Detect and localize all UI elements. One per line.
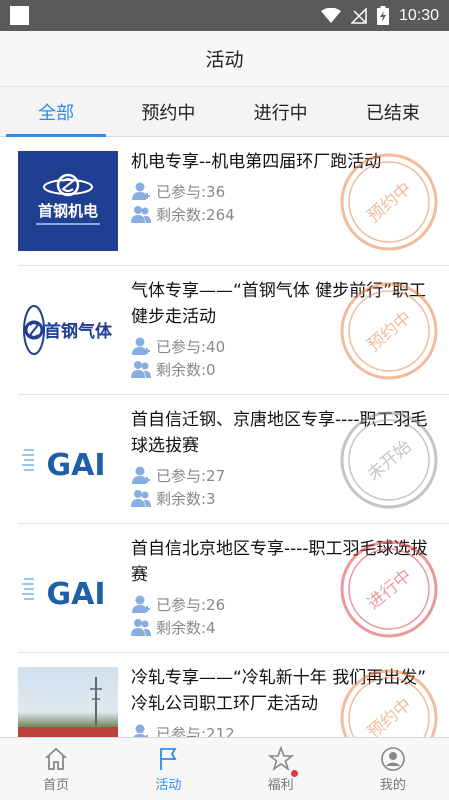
nav-label: 活动 [155, 777, 182, 793]
title-bar: 活动 [0, 31, 449, 86]
wifi-icon [320, 7, 341, 23]
svg-text:首钢气体: 首钢气体 [44, 321, 113, 342]
remaining-users-icon [131, 619, 151, 636]
home-icon [45, 747, 67, 770]
status-bar: 10:30 [0, 0, 449, 31]
status-stamp: 进行中 [340, 540, 438, 638]
joined-user-icon [133, 724, 150, 737]
joined-user-icon [132, 337, 150, 355]
remaining-users-icon [131, 361, 151, 378]
remaining-users-icon [131, 206, 151, 223]
activity-thumbnail: GAI [18, 409, 118, 509]
page-title: 活动 [205, 49, 244, 71]
tab-all[interactable]: 全部 [0, 87, 112, 137]
status-stamp: 预约中 [340, 153, 438, 251]
status-stamp: 预约中 [340, 669, 438, 737]
joined-count: 已参与:26 [131, 593, 225, 615]
joined-count: 已参与:212 [131, 722, 235, 737]
svg-text:预约中: 预约中 [364, 179, 416, 227]
joined-count: 已参与:36 [131, 180, 225, 202]
event-photo-icon [18, 677, 118, 737]
activity-thumbnail [18, 667, 118, 737]
joined-count: 已参与:27 [131, 464, 225, 486]
signal-icon [350, 7, 367, 24]
activity-item[interactable]: GAI 首自信北京地区专享----职工羽毛球选拔赛 已参与:26 剩余数:4 进… [0, 524, 449, 653]
activity-thumbnail: 首钢机电 [18, 151, 118, 251]
joined-user-icon [132, 595, 150, 613]
svg-text:未开始: 未开始 [364, 437, 416, 485]
activity-list[interactable]: 首钢机电 机电专享--机电第四届环厂跑活动 已参与:36 剩余数:264 预约中 [0, 137, 449, 737]
remaining-count: 剩余数:3 [131, 487, 216, 509]
remaining-users-icon [131, 490, 151, 507]
svg-text:进行中: 进行中 [364, 566, 416, 614]
joined-user-icon [132, 466, 150, 484]
shougang-gas-logo-icon: 首钢气体 [23, 305, 113, 355]
status-stamp: 预约中 [340, 282, 438, 380]
nav-mine[interactable]: 我的 [337, 738, 449, 800]
activity-item[interactable]: 首钢气体 气体专享——“首钢气体 健步前行”职工健步走活动 已参与:40 剩余数… [0, 266, 449, 395]
joined-user-icon [132, 182, 150, 200]
status-icons: 10:30 [320, 0, 439, 31]
svg-text:GAI: GAI [46, 448, 105, 483]
tab-reserving[interactable]: 预约中 [112, 87, 224, 136]
status-stamp: 未开始 [340, 411, 438, 509]
nav-label: 首页 [43, 777, 70, 793]
nav-welfare[interactable]: 福利 [225, 738, 337, 800]
battery-icon [376, 6, 389, 25]
tab-ongoing[interactable]: 进行中 [225, 87, 337, 136]
nav-label: 福利 [267, 777, 294, 793]
tab-ended[interactable]: 已结束 [337, 87, 449, 136]
activity-thumbnail: 首钢气体 [18, 280, 118, 380]
remaining-count: 剩余数:0 [131, 358, 216, 380]
svg-text:首钢机电: 首钢机电 [38, 202, 98, 220]
flag-icon [160, 747, 177, 770]
joined-count: 已参与:40 [131, 335, 225, 357]
profile-icon [381, 746, 405, 771]
activity-item[interactable]: GAI 首自信迁钢、京唐地区专享----职工羽毛球选拔赛 已参与:27 剩余数:… [0, 395, 449, 524]
bottom-nav: 首页 活动 福利 我的 [0, 737, 449, 800]
svg-text:GAI: GAI [46, 577, 105, 612]
gai-logo-icon: GAI [22, 577, 106, 612]
tab-bar: 全部 预约中 进行中 已结束 [0, 86, 449, 137]
shougang-logo-icon: 首钢机电 [36, 173, 100, 225]
notification-icon [10, 6, 29, 25]
svg-text:预约中: 预约中 [364, 308, 416, 356]
clock: 10:30 [398, 6, 439, 24]
activity-item[interactable]: 首钢机电 机电专享--机电第四届环厂跑活动 已参与:36 剩余数:264 预约中 [0, 137, 449, 266]
remaining-count: 剩余数:264 [131, 203, 235, 225]
svg-text:预约中: 预约中 [364, 695, 416, 737]
notification-badge [290, 770, 298, 777]
activity-item[interactable]: 冷轧专享——“冷轧新十年 我们再出发” 冷轧公司职工环厂走活动 已参与:212 … [0, 653, 449, 737]
remaining-count: 剩余数:4 [131, 616, 216, 638]
nav-activity[interactable]: 活动 [112, 738, 224, 800]
gai-logo-icon: GAI [22, 448, 106, 483]
nav-label: 我的 [379, 777, 406, 793]
nav-home[interactable]: 首页 [0, 738, 112, 800]
star-icon [267, 745, 294, 771]
activity-thumbnail: GAI [18, 538, 118, 638]
